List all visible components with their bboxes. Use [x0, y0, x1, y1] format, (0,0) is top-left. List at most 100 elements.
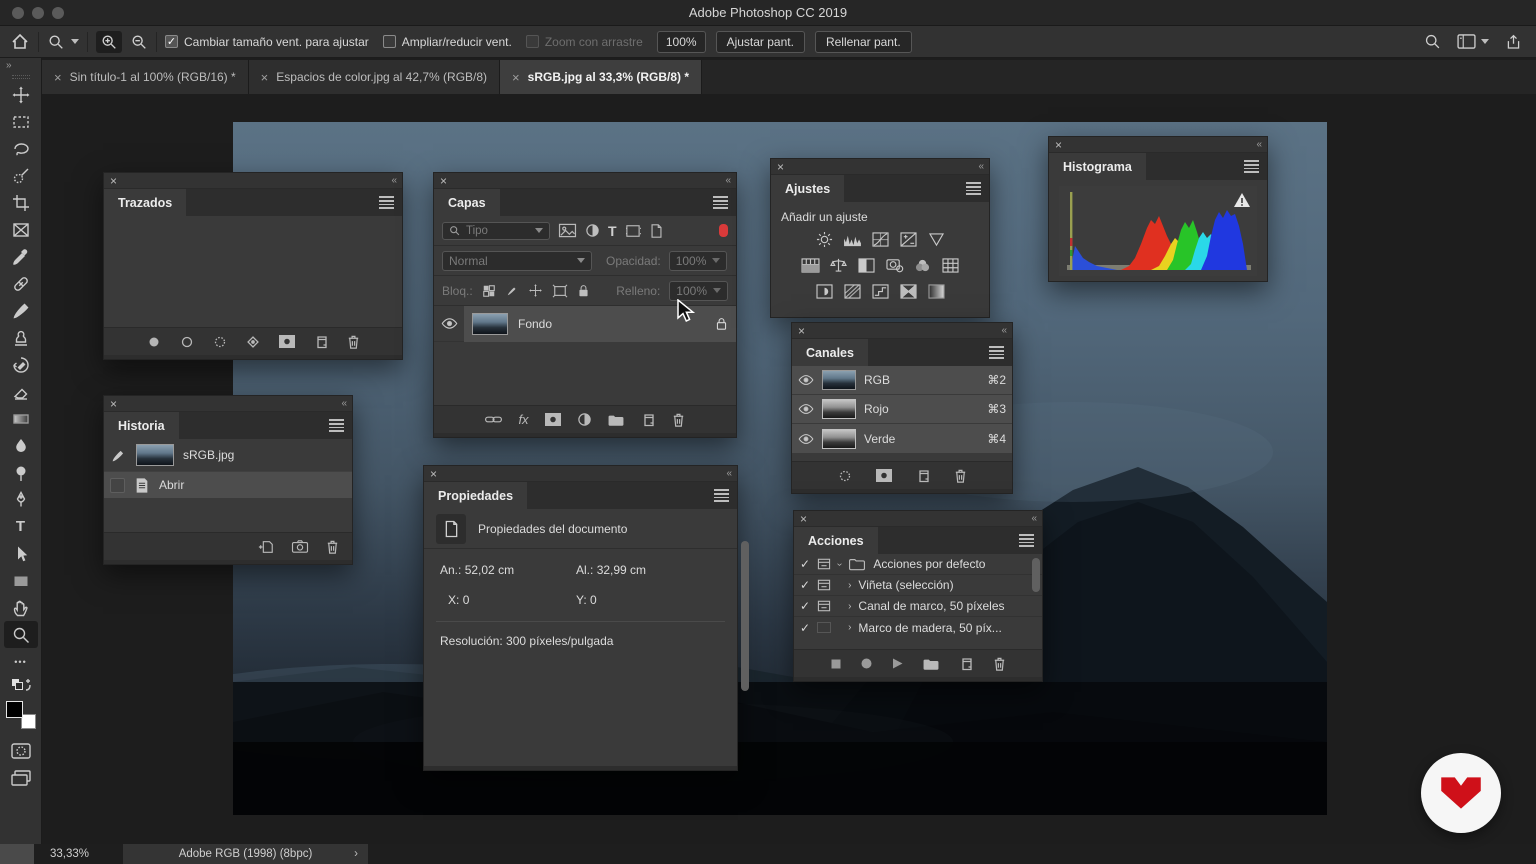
healing-brush-tool[interactable] [4, 270, 38, 297]
photo-filter-icon[interactable] [882, 256, 906, 274]
check-icon[interactable]: ✓ [800, 599, 810, 613]
move-tool[interactable] [4, 81, 38, 108]
close-icon[interactable]: × [110, 175, 117, 187]
panel-menu-icon[interactable] [989, 346, 1004, 359]
check-icon[interactable]: ✓ [800, 621, 810, 635]
channel-mixer-icon[interactable] [910, 256, 934, 274]
lock-transparency-icon[interactable] [482, 284, 496, 298]
zoom-tool-indicator[interactable] [47, 33, 79, 51]
close-icon[interactable]: × [798, 325, 805, 337]
channel-row-rgb[interactable]: RGB ⌘2 [792, 366, 1012, 395]
tab-canales[interactable]: Canales [792, 339, 868, 366]
filter-type-layers-icon[interactable]: T [608, 223, 617, 239]
collapse-icon[interactable]: « [978, 161, 983, 172]
record-icon[interactable] [860, 657, 873, 670]
quick-mask-button[interactable] [4, 737, 38, 764]
history-step-abrir[interactable]: Abrir [104, 471, 352, 498]
lock-all-icon[interactable] [577, 283, 590, 298]
history-source-checkbox[interactable] [110, 477, 125, 493]
action-row[interactable]: ✓ › Canal de marco, 50 píxeles [794, 596, 1042, 617]
trash-icon[interactable] [346, 334, 361, 350]
invert-icon[interactable] [812, 282, 836, 300]
new-channel-icon[interactable] [915, 468, 931, 484]
zoom-level-field[interactable]: 33,33% [50, 848, 89, 860]
brightness-contrast-icon[interactable] [812, 230, 836, 248]
document-profile-status[interactable]: Adobe RGB (1998) (8bpc) › [123, 844, 369, 864]
new-snapshot-icon[interactable] [291, 539, 309, 554]
close-icon[interactable]: × [777, 161, 784, 173]
zoom-out-button[interactable] [130, 33, 148, 51]
collapse-icon[interactable]: « [726, 468, 731, 479]
panel-menu-icon[interactable] [713, 196, 728, 209]
stroke-path-icon[interactable] [179, 334, 195, 350]
panel-menu-icon[interactable] [379, 196, 394, 209]
close-icon[interactable]: × [430, 468, 437, 480]
home-button[interactable] [10, 32, 30, 52]
stop-icon[interactable] [830, 658, 842, 670]
warning-icon[interactable] [1233, 192, 1251, 208]
collapse-icon[interactable]: « [1001, 325, 1006, 336]
fit-screen-button[interactable]: Ajustar pant. [715, 30, 805, 53]
new-layer-icon[interactable] [640, 412, 656, 428]
dialog-toggle-empty[interactable] [817, 622, 832, 633]
collapse-icon[interactable]: « [1256, 139, 1261, 150]
dodge-tool[interactable] [4, 459, 38, 486]
new-document-from-state-icon[interactable] [257, 539, 275, 555]
share-icon[interactable] [1505, 33, 1522, 51]
zoom-in-button[interactable] [96, 30, 122, 53]
action-row[interactable]: ✓ › Viñeta (selección) [794, 575, 1042, 596]
filter-smart-objects-icon[interactable] [649, 223, 664, 239]
selective-color-icon[interactable] [896, 282, 920, 300]
posterize-icon[interactable] [840, 282, 864, 300]
panel-menu-icon[interactable] [329, 419, 344, 432]
filter-adjustment-layers-icon[interactable] [585, 223, 600, 238]
levels-icon[interactable] [840, 230, 864, 248]
load-selection-icon[interactable] [837, 468, 853, 484]
path-from-selection-icon[interactable] [245, 334, 261, 350]
fill-screen-button[interactable]: Rellenar pant. [814, 30, 912, 53]
rectangle-tool[interactable] [4, 567, 38, 594]
color-balance-icon[interactable] [826, 256, 850, 274]
action-row[interactable]: ✓ › Marco de madera, 50 píx... [794, 617, 1042, 638]
action-set-row[interactable]: ✓ › Acciones por defecto [794, 554, 1042, 575]
scrollbar-thumb[interactable] [741, 541, 749, 691]
layer-filter-type-dropdown[interactable]: Tipo [442, 221, 550, 240]
tab-acciones[interactable]: Acciones [794, 527, 878, 554]
tab-trazados[interactable]: Trazados [104, 189, 187, 216]
channel-row-rojo[interactable]: Rojo ⌘3 [792, 395, 1012, 424]
eyedropper-tool[interactable] [4, 243, 38, 270]
collapse-icon[interactable]: « [341, 398, 346, 409]
dialog-toggle-icon[interactable] [817, 558, 831, 570]
blend-mode-dropdown[interactable]: Normal [442, 250, 592, 271]
dialog-toggle-icon[interactable] [817, 600, 831, 612]
tab-propiedades[interactable]: Propiedades [424, 482, 528, 509]
hue-saturation-icon[interactable] [798, 256, 822, 274]
gradient-tool[interactable] [4, 405, 38, 432]
tab-espacios-de-color[interactable]: × Espacios de color.jpg al 42,7% (RGB/8) [248, 60, 501, 94]
tab-capas[interactable]: Capas [434, 189, 500, 216]
panel-menu-icon[interactable] [714, 489, 729, 502]
clone-stamp-tool[interactable] [4, 324, 38, 351]
trash-icon[interactable] [953, 468, 968, 484]
zoom-tool[interactable] [3, 621, 38, 648]
new-path-icon[interactable] [313, 334, 329, 350]
history-snapshot-row[interactable]: sRGB.jpg [104, 439, 352, 471]
new-action-icon[interactable] [958, 656, 974, 672]
new-group-icon[interactable] [607, 413, 625, 427]
filter-pixel-layers-icon[interactable] [558, 223, 577, 238]
chevron-expanded-icon[interactable]: › [834, 562, 845, 565]
checkbox-checked-icon[interactable]: ✓ [165, 35, 178, 48]
play-icon[interactable] [891, 657, 904, 670]
save-selection-icon[interactable] [875, 468, 893, 483]
collapse-toolbar-icon[interactable]: » [6, 60, 13, 71]
close-icon[interactable]: × [54, 70, 62, 85]
eye-icon[interactable] [798, 374, 814, 386]
layer-style-icon[interactable]: fx [518, 412, 528, 427]
close-icon[interactable]: × [261, 70, 269, 85]
path-selection-tool[interactable] [4, 540, 38, 567]
tab-historia[interactable]: Historia [104, 412, 179, 439]
panel-menu-icon[interactable] [1019, 534, 1034, 547]
close-icon[interactable]: × [512, 70, 520, 85]
collapse-icon[interactable]: « [391, 175, 396, 186]
tab-sin-titulo[interactable]: × Sin título-1 al 100% (RGB/16) * [42, 60, 249, 94]
